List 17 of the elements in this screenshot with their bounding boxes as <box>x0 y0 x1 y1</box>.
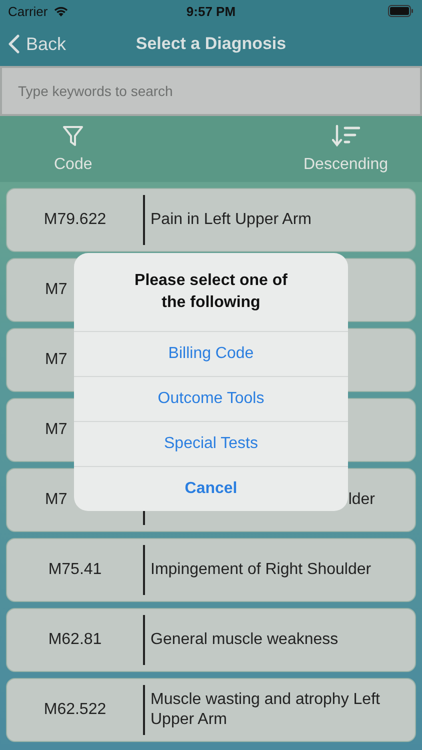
carrier-name: Carrier <box>8 4 48 18</box>
diagnosis-code: M7 <box>45 281 68 298</box>
diagnosis-description: lder <box>348 491 375 508</box>
status-time: 9:57 PM <box>185 4 237 18</box>
diagnosis-description: Impingement of Right Shoulder <box>150 561 372 578</box>
diagnosis-code: M7 <box>45 351 68 368</box>
diagnosis-description: General muscle weakness <box>150 631 338 648</box>
diagnosis-code: M62.81 <box>48 631 102 648</box>
alert-title: Please select one of the following <box>134 270 288 313</box>
diagnosis-code: M62.522 <box>44 701 106 718</box>
diagnosis-code: M75.41 <box>48 561 102 578</box>
screen-title: Select a Diagnosis <box>134 34 288 54</box>
diagnosis-description: Muscle wasting and atrophy Left Upper Arm <box>150 691 380 728</box>
diagnosis-code: M7 <box>45 421 68 438</box>
diagnosis-code: M7 <box>45 491 68 508</box>
diagnosis-description: Pain in Left Upper Arm <box>150 211 312 228</box>
diagnosis-code: M79.622 <box>44 211 106 228</box>
